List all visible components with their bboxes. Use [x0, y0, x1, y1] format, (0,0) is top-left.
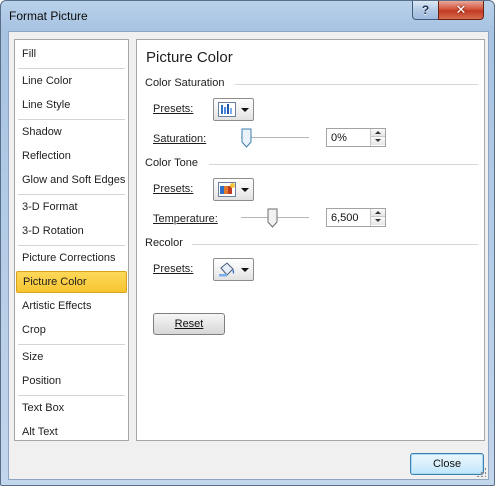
panel-title: Picture Color: [146, 49, 233, 66]
saturation-value: 0%: [331, 132, 347, 144]
reset-button[interactable]: Reset: [153, 313, 225, 335]
nav-item-alt-text[interactable]: Alt Text: [16, 421, 127, 443]
saturation-label: Saturation:: [153, 133, 206, 145]
title-bar[interactable]: Format Picture ? ✕: [1, 1, 494, 31]
nav-item-text-box[interactable]: Text Box: [16, 397, 127, 419]
recolor-presets-label-text: Presets:: [153, 263, 194, 275]
nav-item-picture-corrections[interactable]: Picture Corrections: [16, 247, 127, 269]
nav-group-separator: [18, 245, 125, 246]
saturation-label-text: Saturation:: [153, 133, 207, 145]
nav-item-reflection[interactable]: Reflection: [16, 145, 127, 167]
saturation-slider-thumb[interactable]: [241, 128, 252, 148]
nav-group-separator: [18, 68, 125, 69]
nav-group-separator: [18, 395, 125, 396]
close-button-label: Close: [432, 458, 462, 470]
nav-item-glow-and-soft-edges[interactable]: Glow and Soft Edges: [16, 169, 127, 191]
nav-item-position[interactable]: Position: [16, 370, 127, 392]
window-title: Format Picture: [9, 9, 88, 23]
spin-up-icon[interactable]: [371, 129, 385, 137]
nav-item-fill[interactable]: Fill: [16, 43, 127, 65]
category-list: Fill Line Color Line Style Shadow Reflection…: [14, 39, 129, 441]
chevron-down-icon: [241, 188, 249, 192]
spin-up-icon[interactable]: [371, 209, 385, 217]
reset-button-label: Reset: [174, 318, 204, 330]
recolor-presets-icon: [219, 262, 235, 277]
recolor-presets-label: Presets:: [153, 263, 193, 275]
nav-item-size[interactable]: Size: [16, 346, 127, 368]
nav-group-separator: [18, 119, 125, 120]
section-divider: [235, 84, 478, 85]
temperature-value-spinner[interactable]: 6,500: [326, 208, 386, 227]
saturation-presets-icon: [218, 102, 236, 117]
close-button[interactable]: Close: [410, 453, 484, 475]
nav-group-separator: [18, 194, 125, 195]
dialog-client-area: Fill Line Color Line Style Shadow Reflection…: [8, 31, 489, 480]
format-picture-dialog: Format Picture ? ✕ Fill Line Color Line St…: [0, 0, 495, 486]
recolor-heading: Recolor: [145, 237, 183, 249]
color-tone-presets-icon: [218, 182, 236, 197]
temperature-spinner-buttons: [370, 209, 385, 226]
nav-item-line-style[interactable]: Line Style: [16, 94, 127, 116]
help-icon: ?: [421, 3, 430, 17]
saturation-presets-label-text: Presets:: [153, 103, 194, 115]
saturation-spinner-buttons: [370, 129, 385, 146]
tone-presets-label-text: Presets:: [153, 183, 194, 195]
nav-item-3-d-format[interactable]: 3-D Format: [16, 196, 127, 218]
nav-item-shadow[interactable]: Shadow: [16, 121, 127, 143]
color-tone-presets-button[interactable]: [213, 178, 254, 201]
section-divider: [192, 244, 478, 245]
color-tone-heading: Color Tone: [145, 157, 198, 169]
spin-down-icon[interactable]: [371, 137, 385, 145]
close-icon: ✕: [455, 2, 467, 17]
saturation-presets-label: Presets:: [153, 103, 193, 115]
temperature-slider-thumb[interactable]: [267, 208, 278, 228]
picture-color-panel: Picture Color Color Saturation Presets: …: [136, 39, 485, 441]
chevron-down-icon: [241, 268, 249, 272]
spin-down-icon[interactable]: [371, 217, 385, 225]
nav-item-crop[interactable]: Crop: [16, 319, 127, 341]
chevron-down-icon: [241, 108, 249, 112]
temperature-label-text: Temperature:: [153, 213, 218, 225]
recolor-presets-button[interactable]: [213, 258, 254, 281]
nav-item-artistic-effects[interactable]: Artistic Effects: [16, 295, 127, 317]
temperature-label: Temperature:: [153, 213, 218, 225]
help-button[interactable]: ?: [412, 1, 439, 20]
color-saturation-heading: Color Saturation: [145, 77, 225, 89]
tone-presets-label: Presets:: [153, 183, 193, 195]
saturation-presets-button[interactable]: [213, 98, 254, 121]
nav-item-3-d-rotation[interactable]: 3-D Rotation: [16, 220, 127, 242]
nav-item-line-color[interactable]: Line Color: [16, 70, 127, 92]
temperature-value: 6,500: [331, 212, 359, 224]
window-close-button[interactable]: ✕: [438, 1, 484, 20]
nav-item-picture-color[interactable]: Picture Color: [16, 271, 127, 293]
section-divider: [209, 164, 478, 165]
nav-group-separator: [18, 344, 125, 345]
saturation-value-spinner[interactable]: 0%: [326, 128, 386, 147]
